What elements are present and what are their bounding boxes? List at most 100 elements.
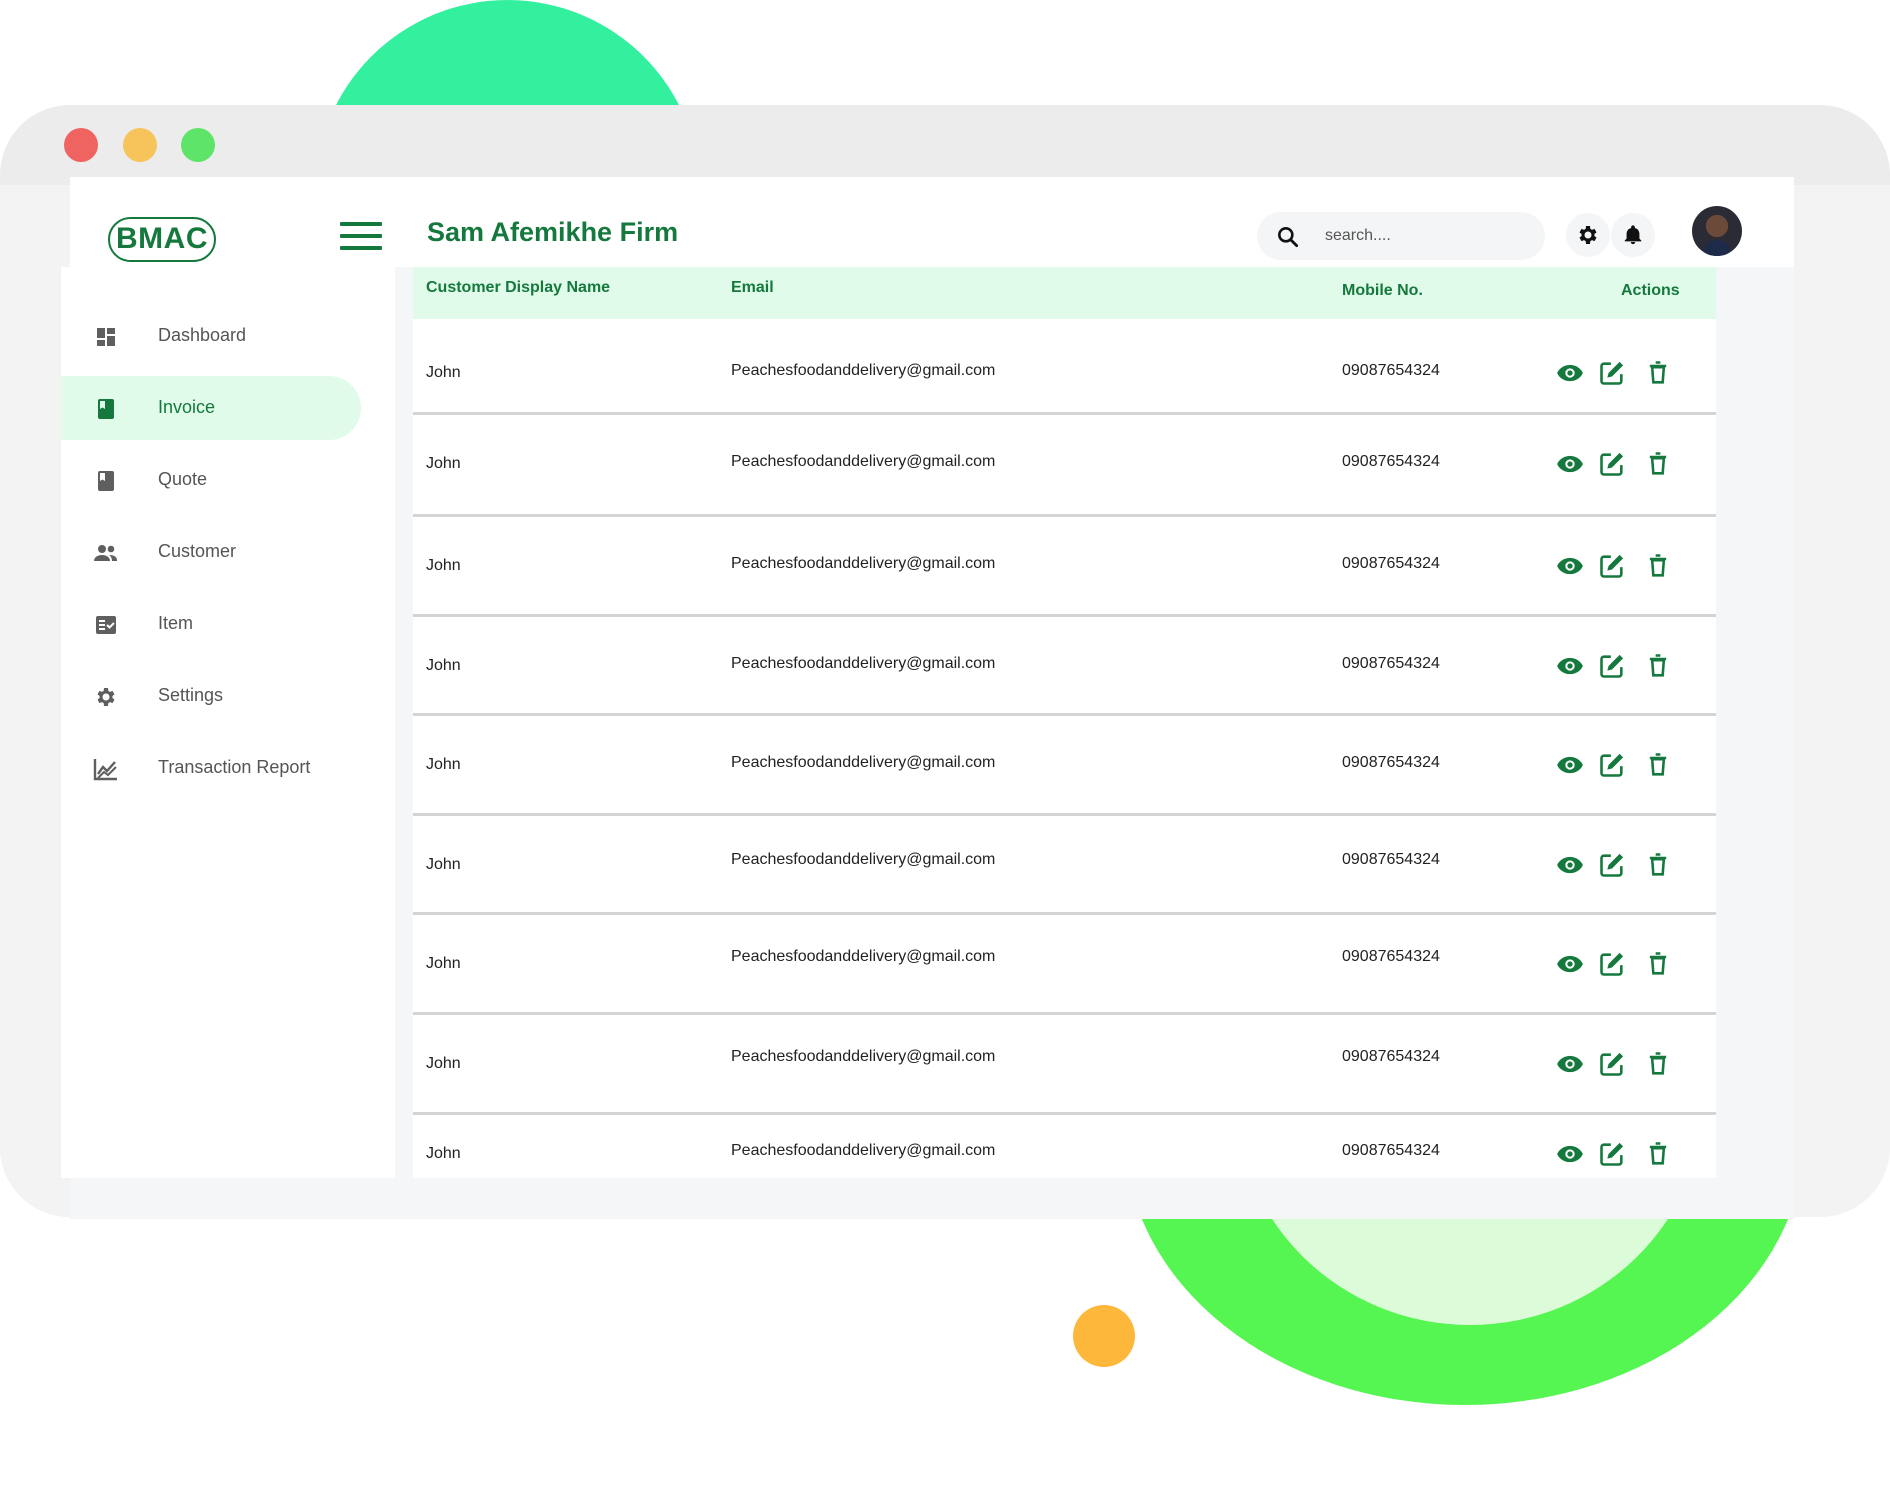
email-cell: Peachesfoodanddelivery@gmail.com [731, 453, 996, 470]
quote-icon [93, 468, 119, 494]
mobile-cell: 09087654324 [1342, 453, 1440, 470]
sidebar-item-label: Settings [158, 685, 224, 705]
table-row[interactable]: John Peachesfoodanddelivery@gmail.com 0908… [413, 319, 1716, 415]
row-actions [1556, 1050, 1676, 1080]
email-cell: Peachesfoodanddelivery@gmail.com [731, 362, 996, 379]
edit-icon[interactable] [1598, 652, 1626, 680]
edit-icon[interactable] [1598, 359, 1626, 387]
eye-icon[interactable] [1556, 751, 1584, 779]
email-cell: Peachesfoodanddelivery@gmail.com [731, 555, 996, 572]
sidebar-item-customer[interactable]: Customer [61, 520, 361, 584]
table-row[interactable]: John Peachesfoodanddelivery@gmail.com 0908… [413, 1115, 1716, 1178]
sidebar-item-label: Item [158, 613, 194, 633]
trash-icon[interactable] [1644, 652, 1672, 680]
trash-icon[interactable] [1644, 1050, 1672, 1078]
sidebar-item-invoice[interactable]: Invoice [61, 376, 361, 440]
table-row[interactable]: John Peachesfoodanddelivery@gmail.com 0908… [413, 517, 1716, 617]
window-close-button[interactable] [64, 128, 98, 162]
settings-icon [93, 684, 119, 710]
row-actions [1556, 851, 1676, 881]
customer-icon [93, 540, 119, 566]
logo: BMAC [108, 217, 216, 262]
trash-icon[interactable] [1644, 359, 1672, 387]
customer-name-cell: John [426, 1145, 461, 1162]
edit-icon[interactable] [1598, 851, 1626, 879]
trash-icon[interactable] [1644, 751, 1672, 779]
row-actions [1556, 450, 1676, 480]
trash-icon[interactable] [1644, 851, 1672, 879]
trash-icon[interactable] [1644, 950, 1672, 978]
mobile-cell: 09087654324 [1342, 362, 1440, 379]
mobile-cell: 09087654324 [1342, 1048, 1440, 1065]
menu-icon-bar [340, 234, 382, 238]
customer-table: Customer Display Name Email Mobile No. A… [413, 267, 1716, 1178]
row-actions [1556, 359, 1676, 389]
email-cell: Peachesfoodanddelivery@gmail.com [731, 948, 996, 965]
notifications-button[interactable] [1611, 213, 1655, 257]
topbar: BMAC Sam Afemikhe Firm [70, 177, 1794, 267]
trash-icon[interactable] [1644, 1140, 1672, 1168]
eye-icon[interactable] [1556, 359, 1584, 387]
invoice-icon [93, 396, 119, 422]
dashboard-icon [93, 324, 119, 350]
sidebar-item-label: Customer [158, 541, 237, 561]
sidebar-item-label: Transaction Report [158, 757, 311, 777]
sidebar-item-dashboard[interactable]: Dashboard [61, 304, 361, 368]
customer-name-cell: John [426, 364, 461, 381]
sidebar-item-label: Invoice [158, 397, 216, 417]
column-header-actions: Actions [1621, 282, 1680, 299]
search-box [1257, 212, 1545, 260]
eye-icon[interactable] [1556, 950, 1584, 978]
table-row[interactable]: John Peachesfoodanddelivery@gmail.com 0908… [413, 1015, 1716, 1115]
eye-icon[interactable] [1556, 851, 1584, 879]
table-row[interactable]: John Peachesfoodanddelivery@gmail.com 0908… [413, 617, 1716, 716]
edit-icon[interactable] [1598, 1140, 1626, 1168]
app-surface: BMAC Sam Afemikhe Firm search.... Dashbo… [61, 177, 1794, 1219]
eye-icon[interactable] [1556, 1050, 1584, 1078]
column-header-name[interactable]: Customer Display Name [426, 279, 610, 297]
sidebar-item-transaction-report[interactable]: Transaction Report [61, 736, 361, 800]
search-input[interactable] [1325, 222, 1525, 250]
gear-icon [1579, 226, 1597, 244]
mobile-cell: 09087654324 [1342, 655, 1440, 672]
avatar[interactable] [1692, 206, 1742, 256]
customer-name-cell: John [426, 657, 461, 674]
edit-icon[interactable] [1598, 751, 1626, 779]
customer-name-cell: John [426, 756, 461, 773]
decorative-dot [1073, 1305, 1135, 1367]
sidebar-item-item[interactable]: Item [61, 592, 361, 656]
column-header-mobile[interactable]: Mobile No. [1342, 282, 1423, 300]
search-icon[interactable] [1275, 224, 1301, 250]
sidebar-item-quote[interactable]: Quote [61, 448, 361, 512]
table-row[interactable]: John Peachesfoodanddelivery@gmail.com 0908… [413, 915, 1716, 1015]
email-cell: Peachesfoodanddelivery@gmail.com [731, 655, 996, 672]
mobile-cell: 09087654324 [1342, 851, 1440, 868]
table-row[interactable]: John Peachesfoodanddelivery@gmail.com 0908… [413, 716, 1716, 816]
window-minimize-button[interactable] [123, 128, 157, 162]
bell-icon [1624, 225, 1642, 245]
email-cell: Peachesfoodanddelivery@gmail.com [731, 851, 996, 868]
menu-icon-bar [340, 246, 382, 250]
eye-icon[interactable] [1556, 450, 1584, 478]
eye-icon[interactable] [1556, 1140, 1584, 1168]
settings-button[interactable] [1566, 213, 1610, 257]
edit-icon[interactable] [1598, 1050, 1626, 1078]
mobile-cell: 09087654324 [1342, 948, 1440, 965]
window-maximize-button[interactable] [181, 128, 215, 162]
eye-icon[interactable] [1556, 552, 1584, 580]
trash-icon[interactable] [1644, 450, 1672, 478]
table-row[interactable]: John Peachesfoodanddelivery@gmail.com 0908… [413, 816, 1716, 915]
eye-icon[interactable] [1556, 652, 1584, 680]
row-actions [1556, 751, 1676, 781]
edit-icon[interactable] [1598, 450, 1626, 478]
email-cell: Peachesfoodanddelivery@gmail.com [731, 1142, 996, 1159]
menu-icon-bar [340, 222, 382, 226]
edit-icon[interactable] [1598, 950, 1626, 978]
sidebar: Dashboard Invoice Quote Customer Item Se… [61, 267, 395, 1178]
sidebar-item-settings[interactable]: Settings [61, 664, 361, 728]
edit-icon[interactable] [1598, 552, 1626, 580]
table-row[interactable]: John Peachesfoodanddelivery@gmail.com 0908… [413, 415, 1716, 517]
column-header-email[interactable]: Email [731, 279, 774, 297]
hamburger-menu-button[interactable] [340, 222, 382, 252]
trash-icon[interactable] [1644, 552, 1672, 580]
